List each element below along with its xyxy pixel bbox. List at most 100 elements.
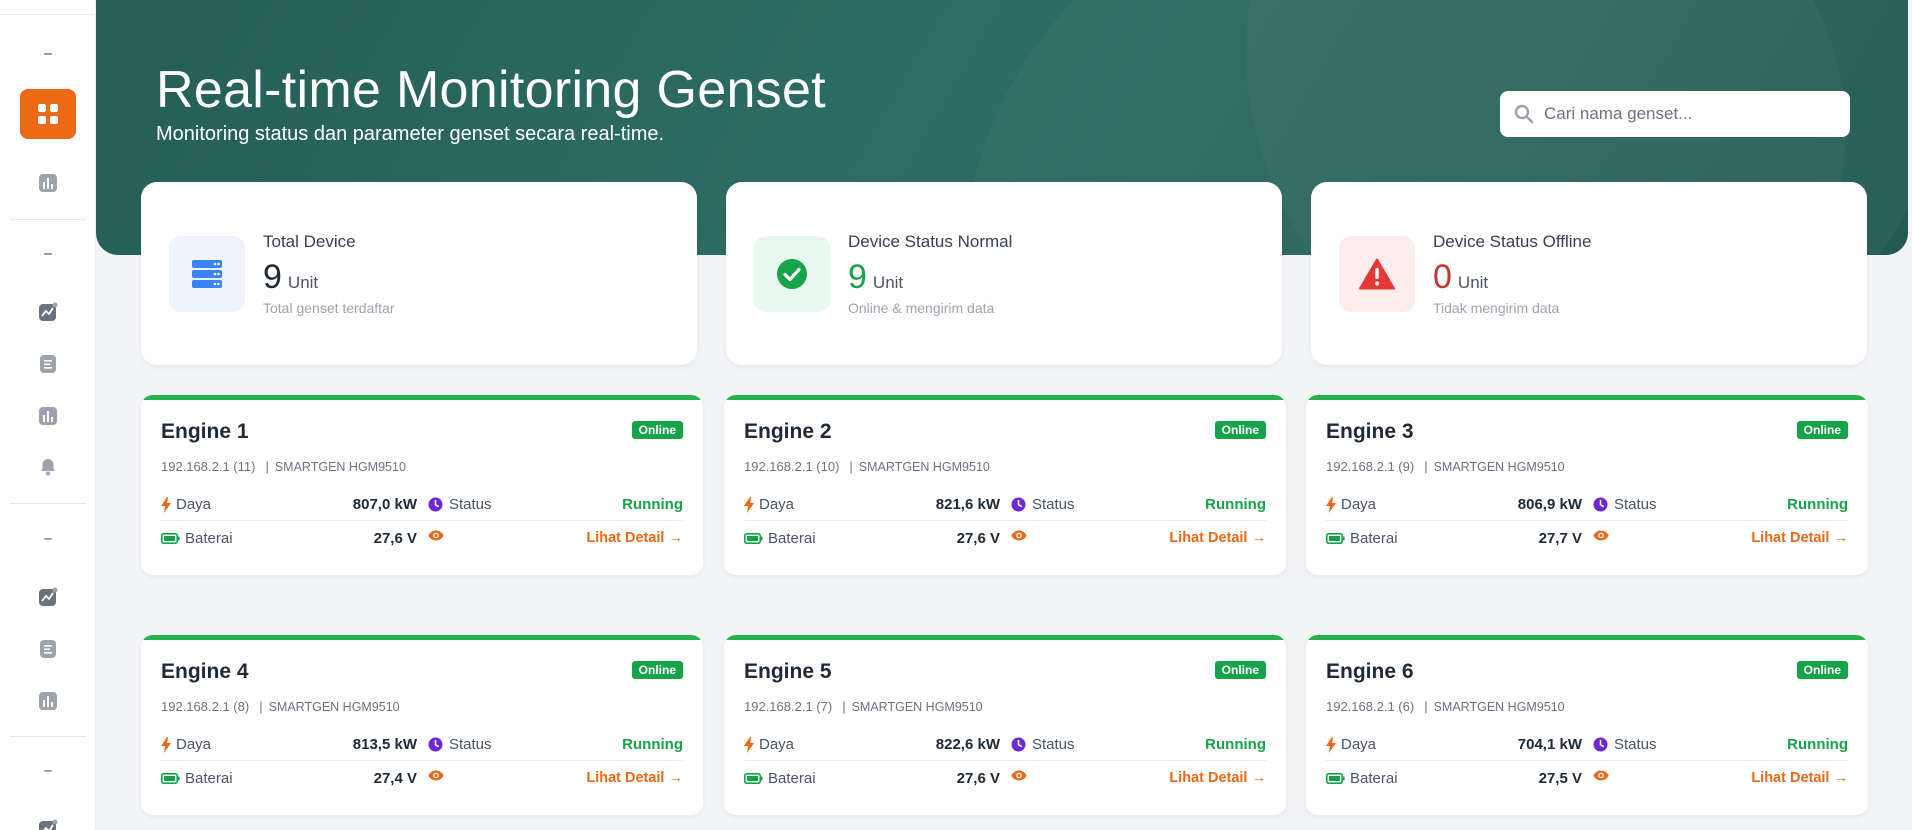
battery-value: 27,4 V <box>373 770 417 787</box>
battery-icon <box>1326 773 1345 784</box>
meta-separator: | <box>1424 699 1428 714</box>
battery-label-text: Baterai <box>768 770 816 787</box>
sidebar-item-trend[interactable] <box>37 301 59 323</box>
engine-model: SMARTGEN HGM9510 <box>858 460 990 474</box>
view-detail-link[interactable]: Lihat Detail → <box>1169 770 1266 786</box>
power-label: Daya <box>161 496 211 513</box>
view-detail-link[interactable]: Lihat Detail → <box>586 530 683 546</box>
engine-ip: 192.168.2.1 (11) <box>161 459 256 474</box>
view-label <box>428 770 450 781</box>
view-detail-link[interactable]: Lihat Detail → <box>1751 530 1848 546</box>
status-label: Status <box>1011 496 1075 513</box>
status-value: Running <box>1205 496 1266 513</box>
sidebar-item-trend[interactable] <box>37 586 59 608</box>
engine-row-battery: Baterai 27,4 V Lihat Detail → <box>161 761 683 795</box>
engine-model: SMARTGEN HGM9510 <box>268 700 400 714</box>
sidebar-item-list[interactable] <box>37 353 59 375</box>
view-label <box>428 530 450 541</box>
battery-label: Baterai <box>161 530 233 547</box>
battery-label-text: Baterai <box>1350 530 1398 547</box>
engine-meta: 192.168.2.1 (9) | SMARTGEN HGM9510 <box>1326 459 1565 474</box>
sidebar-top-divider <box>0 14 96 15</box>
summary-card-offline: Device Status Offline 0 Unit Tidak mengir… <box>1311 182 1867 365</box>
clock-icon <box>428 497 443 512</box>
status-label-text: Status <box>1032 496 1075 513</box>
view-detail-link[interactable]: Lihat Detail → <box>1751 770 1848 786</box>
engine-ip: 192.168.2.1 (8) <box>161 699 250 714</box>
status-label-text: Status <box>449 736 492 753</box>
engine-status-bar <box>724 395 1286 400</box>
battery-label-text: Baterai <box>185 770 233 787</box>
search-box[interactable] <box>1500 91 1850 137</box>
battery-label: Baterai <box>1326 530 1398 547</box>
online-badge: Online <box>1214 421 1266 439</box>
clock-icon <box>428 737 443 752</box>
engine-model: SMARTGEN HGM9510 <box>1433 700 1565 714</box>
engine-card[interactable]: Engine 5 Online 192.168.2.1 (7) | SMARTGEN… <box>724 635 1286 815</box>
search-input[interactable] <box>1544 104 1834 124</box>
battery-icon <box>744 773 763 784</box>
power-value: 704,1 kW <box>1517 736 1582 753</box>
engine-card[interactable]: Engine 4 Online 192.168.2.1 (8) | SMARTGEN… <box>141 635 703 815</box>
eye-icon <box>428 770 444 781</box>
sidebar-item-dashboard[interactable] <box>20 89 76 139</box>
sidebar-item-chart[interactable] <box>37 690 59 712</box>
engine-name: Engine 4 <box>161 660 249 683</box>
eye-icon <box>428 530 444 541</box>
sidebar-item-list[interactable] <box>37 638 59 660</box>
engine-row-power: Daya 822,6 kW Status Running <box>744 727 1266 761</box>
engine-card[interactable]: Engine 2 Online 192.168.2.1 (10) | SMARTGE… <box>724 395 1286 575</box>
view-label <box>1011 530 1033 541</box>
engine-card[interactable]: Engine 1 Online 192.168.2.1 (11) | SMARTGE… <box>141 395 703 575</box>
eye-icon <box>1593 530 1609 541</box>
summary-card-total: Total Device 9 Unit Total genset terdafta… <box>141 182 697 365</box>
meta-separator: | <box>849 459 853 474</box>
battery-label-text: Baterai <box>1350 770 1398 787</box>
clock-icon <box>1011 497 1026 512</box>
battery-icon <box>1326 533 1345 544</box>
power-value: 807,0 kW <box>352 496 417 513</box>
sidebar-item-chart[interactable] <box>37 405 59 427</box>
clock-icon <box>1593 497 1608 512</box>
power-value: 821,6 kW <box>935 496 1000 513</box>
view-detail-link[interactable]: Lihat Detail → <box>586 770 683 786</box>
status-label: Status <box>1011 736 1075 753</box>
battery-label-text: Baterai <box>768 530 816 547</box>
clock-icon <box>1593 737 1608 752</box>
sidebar <box>0 0 96 830</box>
trend-chart-icon <box>39 819 58 830</box>
engine-card[interactable]: Engine 6 Online 192.168.2.1 (6) | SMARTGEN… <box>1306 635 1868 815</box>
engine-ip: 192.168.2.1 (9) <box>1326 459 1415 474</box>
meta-separator: | <box>1424 459 1428 474</box>
status-label: Status <box>428 736 492 753</box>
summary-label: Device Status Normal <box>848 232 1013 251</box>
battery-label: Baterai <box>744 530 816 547</box>
engine-model: SMARTGEN HGM9510 <box>1433 460 1565 474</box>
trend-chart-icon <box>39 302 58 321</box>
battery-icon <box>161 533 180 544</box>
summary-desc: Total genset terdaftar <box>263 300 395 316</box>
engine-model: SMARTGEN HGM9510 <box>274 460 406 474</box>
sidebar-item-notification[interactable] <box>37 456 59 478</box>
clock-icon <box>1011 737 1026 752</box>
engine-status-bar <box>1306 635 1868 640</box>
sidebar-item-trend[interactable] <box>37 818 59 830</box>
engine-row-battery: Baterai 27,6 V Lihat Detail → <box>744 521 1266 555</box>
power-label-text: Daya <box>759 496 795 513</box>
bolt-icon <box>744 736 754 753</box>
summary-icon-box <box>169 236 245 312</box>
server-icon <box>192 260 222 288</box>
engine-card[interactable]: Engine 3 Online 192.168.2.1 (9) | SMARTGEN… <box>1306 395 1868 575</box>
summary-value: 0 Unit <box>1433 258 1488 297</box>
view-detail-link[interactable]: Lihat Detail → <box>1169 530 1266 546</box>
engine-model: SMARTGEN HGM9510 <box>851 700 983 714</box>
view-label <box>1593 530 1615 541</box>
trend-chart-icon <box>39 587 58 606</box>
search-icon <box>1514 104 1534 124</box>
battery-value: 27,6 V <box>956 530 1000 547</box>
status-value: Running <box>1787 496 1848 513</box>
power-label-text: Daya <box>176 736 212 753</box>
sidebar-item-chart[interactable] <box>37 172 59 194</box>
summary-card-normal: Device Status Normal 9 Unit Online & meng… <box>726 182 1282 365</box>
battery-icon <box>161 773 180 784</box>
